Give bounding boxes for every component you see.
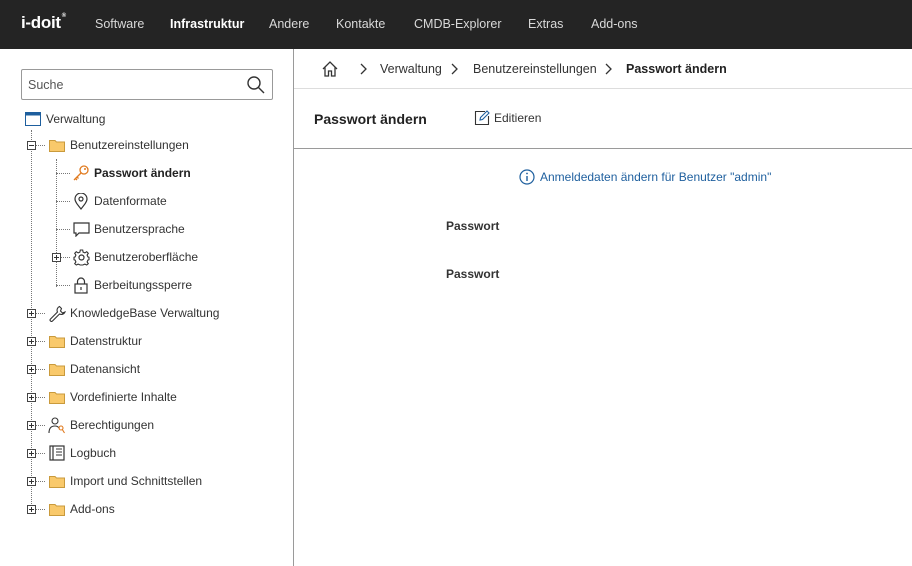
chevron-right-icon <box>358 62 368 76</box>
expand-toggle[interactable] <box>27 365 36 374</box>
tree-label: Berbeitungssperre <box>94 278 193 292</box>
logbook-icon <box>48 444 66 462</box>
sidebar: Verwaltung Benutzereinstellungen Passwor… <box>0 49 294 566</box>
edit-button-label: Editieren <box>494 111 542 125</box>
tree-item-berbeitungssperre[interactable]: Berbeitungssperre <box>72 275 192 295</box>
expand-toggle[interactable] <box>27 337 36 346</box>
app-logo[interactable]: i-doit® <box>21 13 66 33</box>
tree-line <box>56 201 70 202</box>
tree-label: Add-ons <box>70 502 115 516</box>
tree-label: Benutzereinstellungen <box>70 138 189 152</box>
tree-label: Passwort ändern <box>94 166 191 180</box>
lock-icon <box>72 276 90 294</box>
info-message: Anmeldedaten ändern für Benutzer "admin" <box>519 169 771 185</box>
expand-toggle[interactable] <box>27 309 36 318</box>
tree-line <box>56 173 70 174</box>
tree-item-knowledgebase-verwaltung[interactable]: KnowledgeBase Verwaltung <box>48 303 219 323</box>
folder-icon <box>48 500 66 518</box>
tree-label: Import und Schnittstellen <box>70 474 203 488</box>
tree-label: Berechtigungen <box>70 418 155 432</box>
chevron-right-icon <box>603 62 613 76</box>
wrench-icon <box>48 304 66 322</box>
home-icon[interactable] <box>321 60 339 78</box>
collapse-toggle[interactable] <box>27 141 36 150</box>
top-navigation-bar: i-doit® Software Infrastruktur Andere Ko… <box>0 0 912 49</box>
chevron-right-icon <box>449 62 459 76</box>
folder-icon <box>48 388 66 406</box>
page-header: Passwort ändern Editieren <box>294 89 912 149</box>
search-input[interactable] <box>22 70 237 99</box>
expand-toggle[interactable] <box>27 477 36 486</box>
edit-button[interactable]: Editieren <box>474 110 541 126</box>
tree-label: Datenstruktur <box>70 334 143 348</box>
folder-icon <box>48 136 66 154</box>
tree-label: Benutzersprache <box>94 222 185 236</box>
breadcrumb-benutzereinstellungen[interactable]: Benutzereinstellungen <box>473 62 597 76</box>
tree-label: Datenansicht <box>70 362 141 376</box>
expand-toggle[interactable] <box>52 253 61 262</box>
nav-infrastruktur[interactable]: Infrastruktur <box>170 17 244 31</box>
tree-label: Verwaltung <box>46 112 106 126</box>
tree-item-logbuch[interactable]: Logbuch <box>48 443 116 463</box>
search-icon[interactable] <box>246 75 266 95</box>
folder-icon <box>48 360 66 378</box>
page-title: Passwort ändern <box>314 111 427 127</box>
registered-mark: ® <box>61 13 66 19</box>
tree-item-datenformate[interactable]: Datenformate <box>72 191 167 211</box>
search-box <box>21 69 273 100</box>
tree-root-verwaltung[interactable]: Verwaltung <box>24 109 105 129</box>
expand-toggle[interactable] <box>27 449 36 458</box>
tree-item-benutzersprache[interactable]: Benutzersprache <box>72 219 185 239</box>
nav-software[interactable]: Software <box>95 17 144 31</box>
breadcrumb-verwaltung[interactable]: Verwaltung <box>380 62 442 76</box>
tree-line <box>56 229 70 230</box>
tree-item-benutzeroberflaeche[interactable]: Benutzeroberfläche <box>72 247 198 267</box>
info-text: Anmeldedaten ändern für Benutzer "admin" <box>540 170 772 184</box>
nav-andere[interactable]: Andere <box>269 17 309 31</box>
gear-icon <box>72 248 90 266</box>
folder-icon <box>48 332 66 350</box>
info-icon <box>519 169 535 185</box>
nav-add-ons[interactable]: Add-ons <box>591 17 638 31</box>
expand-toggle[interactable] <box>27 393 36 402</box>
tree-line <box>56 285 70 286</box>
tree-label: Datenformate <box>94 194 167 208</box>
tree-item-datenansicht[interactable]: Datenansicht <box>48 359 140 379</box>
location-pin-icon <box>72 192 90 210</box>
tree-item-vordefinierte-inhalte[interactable]: Vordefinierte Inhalte <box>48 387 177 407</box>
tree-item-import-und-schnittstellen[interactable]: Import und Schnittstellen <box>48 471 202 491</box>
password-confirm-label: Passwort <box>446 267 500 281</box>
users-key-icon <box>48 416 66 434</box>
tree-label: KnowledgeBase Verwaltung <box>70 306 220 320</box>
tree-item-benutzereinstellungen[interactable]: Benutzereinstellungen <box>48 135 189 155</box>
tree-label: Vordefinierte Inhalte <box>70 390 177 404</box>
tree-label: Logbuch <box>70 446 117 460</box>
folder-icon <box>48 472 66 490</box>
nav-cmdb-explorer[interactable]: CMDB-Explorer <box>414 17 502 31</box>
expand-toggle[interactable] <box>27 421 36 430</box>
tree-item-datenstruktur[interactable]: Datenstruktur <box>48 331 142 351</box>
expand-toggle[interactable] <box>27 505 36 514</box>
window-icon <box>24 110 42 128</box>
breadcrumb: Verwaltung Benutzereinstellungen Passwor… <box>294 49 912 89</box>
breadcrumb-current: Passwort ändern <box>626 62 727 76</box>
speech-bubble-icon <box>72 220 90 238</box>
password-label: Passwort <box>446 219 500 233</box>
tree-item-passwort-aendern[interactable]: Passwort ändern <box>72 163 191 183</box>
app-logo-text: i-doit <box>21 13 61 32</box>
tree-item-berechtigungen[interactable]: Berechtigungen <box>48 415 154 435</box>
nav-extras[interactable]: Extras <box>528 17 563 31</box>
edit-icon <box>474 110 490 126</box>
tree-line <box>56 159 57 287</box>
tree-item-add-ons[interactable]: Add-ons <box>48 499 115 519</box>
tree-label: Benutzeroberfläche <box>94 250 199 264</box>
nav-kontakte[interactable]: Kontakte <box>336 17 385 31</box>
key-icon <box>72 164 90 182</box>
